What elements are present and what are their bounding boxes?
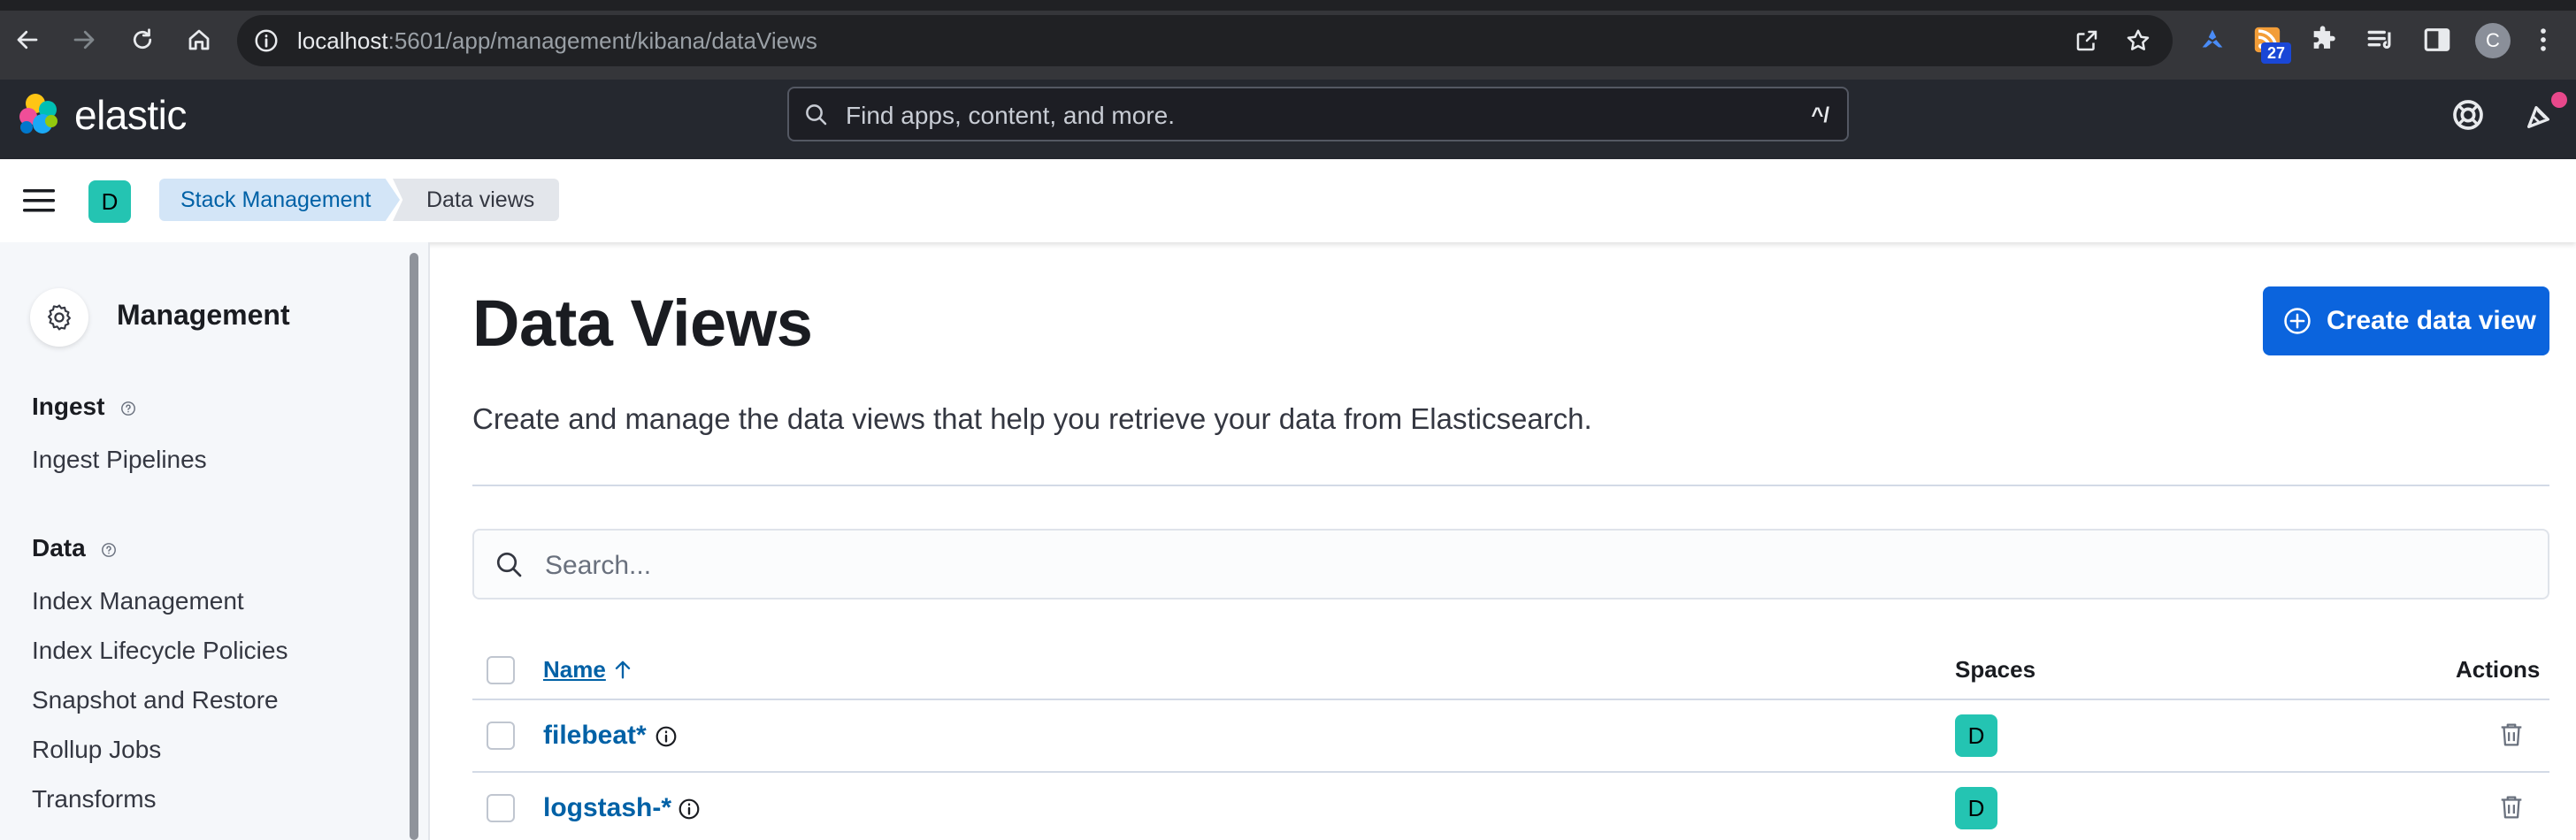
address-bar[interactable]: localhost:5601/app/management/kibana/dat… — [237, 15, 2173, 66]
space-badge[interactable]: D — [1955, 787, 1997, 829]
trash-icon[interactable] — [2496, 792, 2526, 822]
forward-arrow-icon[interactable] — [64, 19, 104, 60]
table-row-divider — [472, 771, 2549, 773]
page-title: Data Views — [472, 286, 813, 360]
elastic-logo-icon[interactable] — [16, 92, 62, 138]
data-view-link[interactable]: logstash-* — [543, 792, 671, 824]
bookmark-star-icon[interactable] — [2125, 27, 2151, 54]
sidebar-item-index-lifecycle-policies[interactable]: Index Lifecycle Policies — [32, 635, 288, 667]
menu-hamburger-icon[interactable] — [21, 187, 57, 215]
plus-circle-icon — [2284, 308, 2311, 334]
sort-ascending-arrow-icon[interactable] — [610, 656, 635, 683]
row-checkbox[interactable] — [487, 794, 515, 822]
data-views-search-input[interactable]: Search... — [472, 529, 2549, 599]
row-checkbox[interactable] — [487, 722, 515, 750]
breadcrumb-stack-management[interactable]: Stack Management — [159, 179, 400, 221]
notification-dot — [2551, 92, 2567, 108]
extension-badge: 27 — [2261, 42, 2291, 64]
search-icon — [806, 104, 827, 126]
table-header-divider — [472, 699, 2549, 700]
sidebar-title: Management — [117, 299, 290, 331]
share-icon[interactable] — [2074, 27, 2100, 54]
help-lifebuoy-icon[interactable] — [2450, 97, 2486, 133]
page-description: Create and manage the data views that he… — [472, 402, 1592, 435]
search-icon — [496, 552, 522, 577]
chrome-menu-icon[interactable] — [2528, 25, 2558, 55]
info-icon[interactable] — [655, 725, 678, 748]
sidebar-item-rollup-jobs[interactable]: Rollup Jobs — [32, 734, 161, 766]
column-header-spaces: Spaces — [1955, 656, 2036, 683]
search-placeholder: Search... — [545, 551, 652, 580]
info-icon[interactable] — [678, 798, 701, 821]
select-all-checkbox[interactable] — [487, 656, 515, 684]
profile-avatar[interactable]: C — [2475, 23, 2511, 58]
sidebar-item-index-management[interactable]: Index Management — [32, 585, 244, 617]
question-icon[interactable] — [120, 401, 136, 416]
create-data-view-button[interactable]: Create data view — [2263, 286, 2549, 355]
space-badge[interactable]: D — [1955, 714, 1997, 757]
site-info-icon[interactable] — [253, 27, 280, 54]
elastic-wordmark[interactable]: elastic — [74, 92, 187, 138]
column-header-name[interactable]: Name — [543, 654, 606, 684]
breadcrumb-data-views: Data views — [393, 179, 559, 221]
sidebar-heading-data: Data — [32, 532, 117, 564]
question-icon[interactable] — [101, 542, 117, 558]
column-header-actions: Actions — [2456, 656, 2541, 683]
trash-icon[interactable] — [2496, 720, 2526, 750]
reading-list-icon[interactable] — [2365, 25, 2396, 55]
extension-icon[interactable] — [2197, 25, 2227, 55]
back-arrow-icon[interactable] — [7, 19, 48, 60]
reload-icon[interactable] — [122, 19, 163, 60]
data-view-link[interactable]: filebeat* — [543, 720, 647, 752]
global-search-input[interactable]: Find apps, content, and more. ^/ — [787, 87, 1849, 141]
sidebar-item-ingest-pipelines[interactable]: Ingest Pipelines — [32, 444, 207, 476]
management-gear-icon — [30, 288, 88, 347]
page-divider — [472, 485, 2549, 486]
space-selector-avatar[interactable]: D — [88, 180, 131, 223]
sidebar-scrollbar[interactable] — [410, 253, 418, 840]
sidebar-item-transforms[interactable]: Transforms — [32, 783, 157, 815]
sidebar-item-snapshot-and-restore[interactable]: Snapshot and Restore — [32, 684, 279, 716]
sidebar-divider — [428, 242, 430, 840]
global-search-placeholder: Find apps, content, and more. — [846, 102, 1175, 129]
puzzle-extensions-icon[interactable] — [2309, 25, 2339, 55]
keyboard-shortcut-hint: ^/ — [1811, 103, 1829, 127]
home-icon[interactable] — [179, 19, 219, 60]
url-text: localhost:5601/app/management/kibana/dat… — [297, 27, 817, 54]
side-panel-icon[interactable] — [2422, 25, 2452, 55]
create-data-view-label: Create data view — [2327, 306, 2536, 335]
sidebar-heading-ingest: Ingest — [32, 391, 136, 423]
